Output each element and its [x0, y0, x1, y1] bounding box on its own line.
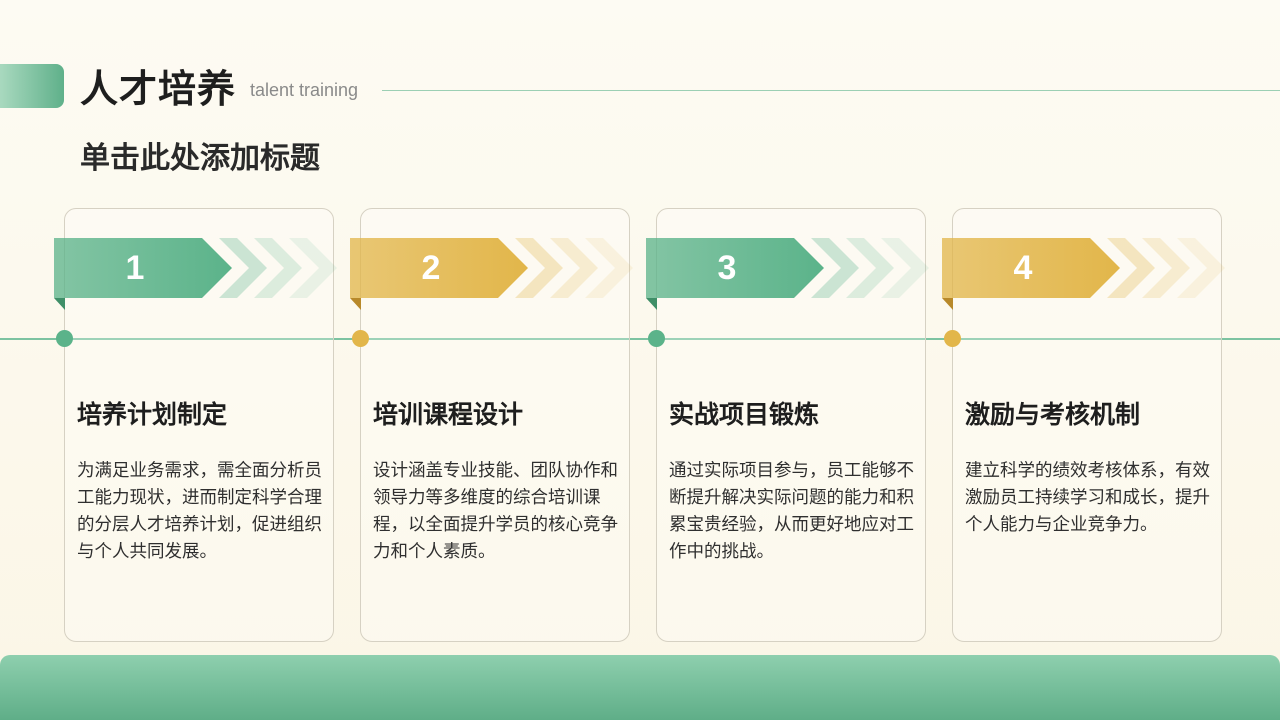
step-card-3: 3 实战项目锻炼 通过实际项目参与，员工能够不断提升解决实际问题的能力和积累宝贵… — [646, 208, 929, 642]
step-banner-3: 3 — [646, 238, 929, 310]
step-number-1: 1 — [125, 249, 145, 287]
step-card-1: 1 培养计划制定 为满足业务需求，需全面分析员工能力现状，进而制定科学合理的分层… — [54, 208, 337, 642]
step-banner-4: 4 — [942, 238, 1225, 310]
step-description-2: 设计涵盖专业技能、团队协作和领导力等多维度的综合培训课程，以全面提升学员的核心竞… — [373, 460, 618, 561]
header-divider-line — [382, 90, 1280, 91]
section-heading: 单击此处添加标题 — [80, 142, 320, 175]
step-banner-1: 1 — [54, 238, 337, 310]
step-card-2: 2 培训课程设计 设计涵盖专业技能、团队协作和领导力等多维度的综合培训课程，以全… — [350, 208, 633, 642]
step-number-4: 4 — [1013, 249, 1033, 287]
step-number-2: 2 — [421, 249, 441, 287]
step-banner-2: 2 — [350, 238, 633, 310]
timeline-dot-2 — [352, 330, 369, 347]
step-card-4: 4 激励与考核机制 建立科学的绩效考核体系，有效激励员工持续学习和成长，提升个人… — [942, 208, 1225, 642]
timeline-dot-3 — [648, 330, 665, 347]
timeline-dot-1 — [56, 330, 73, 347]
step-number-3: 3 — [717, 249, 737, 287]
step-title-1: 培养计划制定 — [77, 401, 228, 429]
timeline-dot-4 — [944, 330, 961, 347]
step-description-1: 为满足业务需求，需全面分析员工能力现状，进而制定科学合理的分层人才培养计划，促进… — [77, 460, 322, 561]
step-description-3: 通过实际项目参与，员工能够不断提升解决实际问题的能力和积累宝贵经验，从而更好地应… — [669, 460, 914, 561]
step-title-3: 实战项目锻炼 — [669, 401, 820, 429]
step-title-4: 激励与考核机制 — [965, 401, 1141, 429]
page-title: 人才培养 — [80, 69, 237, 111]
step-title-2: 培训课程设计 — [373, 401, 524, 429]
footer-band — [0, 655, 1280, 720]
step-description-4: 建立科学的绩效考核体系，有效激励员工持续学习和成长，提升个人能力与企业竞争力。 — [965, 460, 1210, 534]
page-subtitle-english: talent training — [250, 80, 359, 100]
header-accent-bar — [0, 64, 64, 108]
